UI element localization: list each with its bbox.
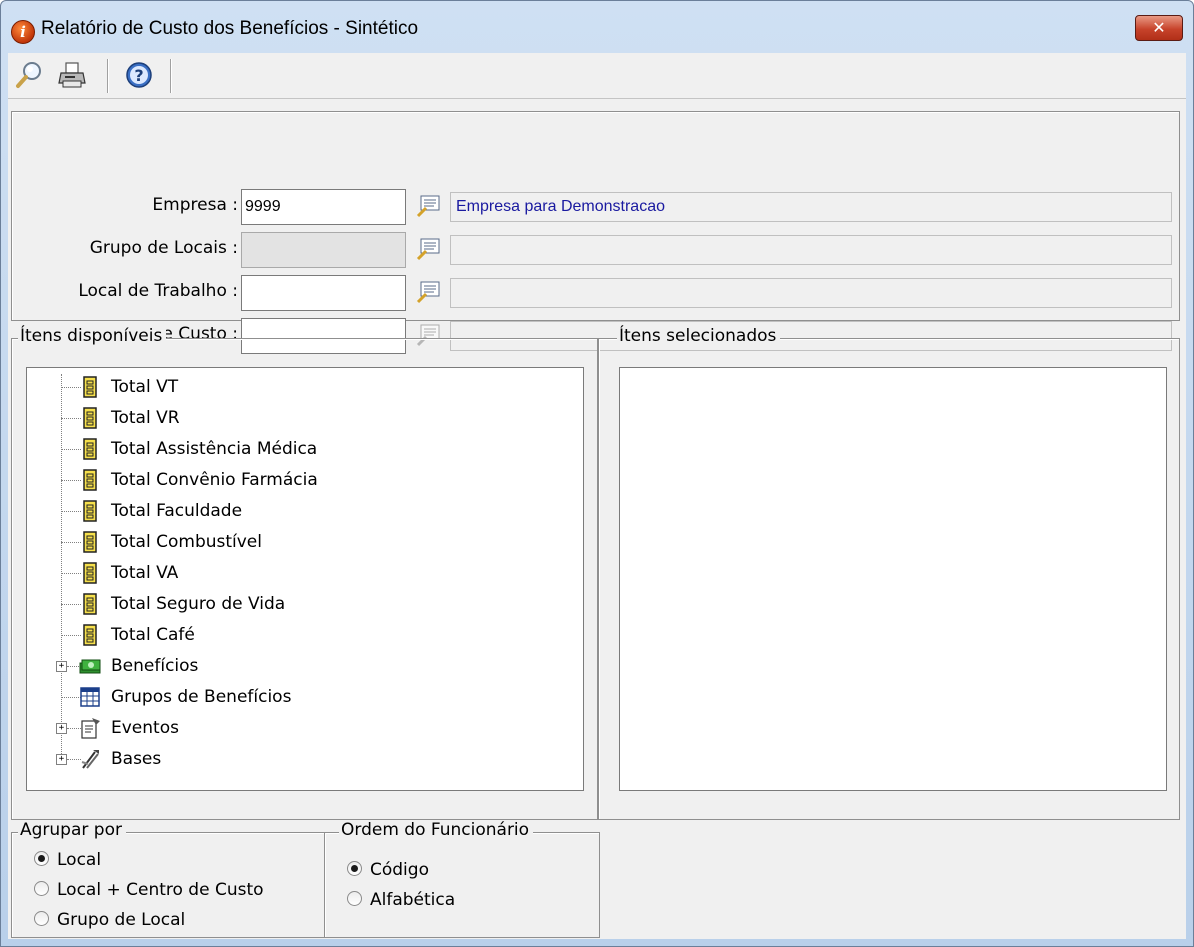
tools-icon [81,750,99,769]
group-by-local-radio[interactable]: Local [34,847,101,873]
employee-order-title: Ordem do Funcionário [339,820,534,840]
radio-unchecked-icon [34,910,49,926]
table-icon [80,687,100,707]
tree-item-label: Total VR [111,408,180,428]
toolbar-separator [107,59,109,93]
selected-items-group: Ítens selecionados [598,326,1180,820]
total-icon [83,469,97,491]
total-icon [83,624,97,646]
selected-items-list[interactable] [619,367,1167,791]
local-trabalho-lookup-icon[interactable] [415,279,443,305]
tree-item-label: Total VT [111,377,179,397]
selected-items-title: Ítens selecionados [617,326,781,346]
empresa-description: Empresa para Demonstracao [450,192,1172,222]
toolbar: ? [8,53,1186,99]
tree-item-label: Total Seguro de Vida [111,594,286,614]
tree-item-label: Total Assistência Médica [111,439,318,459]
toolbar-separator [170,59,172,93]
tree-item-label: Total Combustível [111,532,262,552]
tree-item-label: Total Café [111,625,195,645]
total-icon [83,438,97,460]
client-area: ? Empresa : 9999 Empresa para Demonstrac… [8,53,1186,939]
svg-text:?: ? [134,66,143,85]
empresa-field[interactable]: 9999 [241,189,406,225]
empresa-label: Empresa : [152,195,238,215]
expand-plus-icon[interactable]: + [56,754,67,765]
tree-item-label: Grupos de Benefícios [111,687,292,707]
radio-checked-icon [347,860,362,876]
close-button[interactable]: ✕ [1135,15,1183,41]
tree-item-label: Benefícios [111,656,199,676]
group-by-title: Agrupar por [18,820,126,840]
radio-unchecked-icon [34,880,49,896]
total-icon [83,593,97,615]
document-icon [81,718,100,739]
available-items-group: Ítens disponíveis Total VT Total VR Tota… [11,326,598,820]
printer-icon[interactable] [56,59,88,91]
grupo-locais-description [450,235,1172,265]
tree-item-label: Eventos [111,718,179,738]
report-window: i Relatório de Custo dos Benefícios - Si… [0,0,1194,947]
total-icon [83,531,97,553]
local-trabalho-label: Local de Trabalho : [78,281,238,301]
local-trabalho-field[interactable] [241,275,406,311]
window-title: Relatório de Custo dos Benefícios - Sint… [41,18,419,39]
search-icon[interactable] [13,59,45,91]
available-items-title: Ítens disponíveis [18,326,167,346]
title-bar[interactable]: i Relatório de Custo dos Benefícios - Si… [1,1,1193,53]
tree-item-label: Total Convênio Farmácia [111,470,318,490]
group-by-group: Agrupar por Local Local + Centro de Cust… [11,820,325,938]
filters-panel: Empresa : 9999 Empresa para Demonstracao… [11,111,1180,354]
order-alfabetica-radio[interactable]: Alfabética [347,887,455,913]
group-by-grupo-local-radio[interactable]: Grupo de Local [34,907,185,933]
radio-unchecked-icon [347,890,362,906]
available-items-tree[interactable]: Total VT Total VR Total Assistência Médi… [26,367,584,791]
employee-order-group: Ordem do Funcionário Código Alfabética [324,820,600,938]
order-codigo-radio[interactable]: Código [347,857,429,883]
local-trabalho-description [450,278,1172,308]
app-info-icon: i [11,20,35,44]
grupo-locais-lookup-icon[interactable] [415,236,443,262]
empresa-lookup-icon[interactable] [415,193,443,219]
expand-plus-icon[interactable]: + [56,661,67,672]
tree-item-label: Total Faculdade [111,501,243,521]
tree-line [61,374,62,764]
total-icon [83,562,97,584]
grupo-locais-field[interactable] [241,232,406,268]
total-icon [83,376,97,398]
group-by-local-centro-radio[interactable]: Local + Centro de Custo [34,877,264,903]
grupo-locais-label: Grupo de Locais : [89,238,238,258]
help-icon[interactable]: ? [123,59,155,91]
expand-plus-icon[interactable]: + [56,723,67,734]
radio-checked-icon [34,850,49,866]
total-icon [83,407,97,429]
money-icon [79,659,101,674]
tree-item-label: Bases [111,749,162,769]
total-icon [83,500,97,522]
tree-item-label: Total VA [111,563,179,583]
